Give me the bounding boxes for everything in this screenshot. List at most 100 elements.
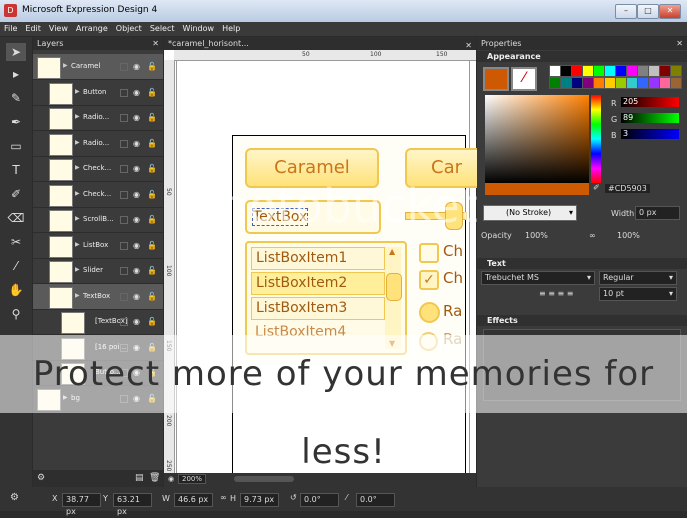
lock-icon[interactable]: 🔓 [147,266,157,275]
layer-row[interactable]: ▶ Radio... ◉ 🔓 [33,131,163,157]
eye-icon[interactable]: ◉ [133,241,140,250]
settings-icon[interactable]: ⚙ [10,492,19,503]
menu-arrange[interactable]: Arrange [72,22,112,36]
gradient-tool-icon[interactable]: ⁄ [6,257,26,275]
layer-color-square[interactable] [120,318,128,326]
eye-icon[interactable]: ◉ [133,139,140,148]
eye-icon[interactable]: ◉ [133,164,140,173]
pen-tool-icon[interactable]: ✒ [6,113,26,131]
radio-selected[interactable] [419,302,440,323]
hue-slider[interactable] [591,95,601,183]
hex-value[interactable]: #CD5903 [605,184,650,193]
w-input[interactable]: 46.6 px [174,493,213,507]
document-tab[interactable]: *caramel_horisont... ✕ [164,37,476,50]
text-section[interactable]: Text [477,258,687,269]
skew-input[interactable]: 0.0° [356,493,395,507]
text-tool-icon[interactable]: T [6,161,26,179]
eye-icon[interactable]: ◉ [133,292,140,301]
lock-icon[interactable]: 🔓 [147,292,157,301]
new-layer-icon[interactable]: ▤ [135,473,144,483]
opacity-value-2[interactable]: 100% [617,231,640,240]
scroll-thumb[interactable] [386,273,402,301]
color-picker-field[interactable] [485,95,589,183]
horizontal-scrollbar[interactable] [234,476,294,482]
layer-name[interactable]: TextBox [83,292,110,300]
eraser-tool-icon[interactable]: ⌫ [6,209,26,227]
layer-name[interactable]: Slider [83,266,103,274]
width-input[interactable]: 0 px [635,206,680,220]
minimize-button[interactable]: – [615,4,637,19]
layer-color-square[interactable] [120,165,128,173]
zoom-select[interactable]: 200% [178,474,207,484]
menu-select[interactable]: Select [146,22,179,36]
list-item[interactable]: ListBoxItem2 [251,272,385,295]
selection-tool-icon[interactable]: ➤ [6,43,26,61]
view-options-icon[interactable]: ◉ [168,475,174,483]
red-slider[interactable]: 205 [621,97,679,107]
layer-color-square[interactable] [120,114,128,122]
eye-icon[interactable]: ◉ [133,88,140,97]
expand-arrow-icon[interactable]: ▶ [75,139,80,146]
checkbox-checked[interactable]: ✓ [419,270,439,290]
list-item[interactable]: ListBoxItem1 [251,247,385,270]
blue-value[interactable]: 3 [621,129,628,138]
expand-arrow-icon[interactable]: ▶ [75,241,80,248]
effects-section[interactable]: Effects [477,315,687,326]
lock-icon[interactable]: 🔓 [147,113,157,122]
link-icon[interactable]: ∞ [220,493,227,502]
direct-select-icon[interactable]: ▸ [6,65,26,83]
expand-arrow-icon[interactable]: ▶ [75,266,80,273]
color-swatch[interactable] [670,77,682,89]
link-icon[interactable]: ∞ [589,231,596,240]
expand-arrow-icon[interactable]: ▶ [75,215,80,222]
layer-row[interactable]: ▶ ListBox ◉ 🔓 [33,233,163,259]
color-swatch[interactable] [670,65,682,77]
expand-arrow-icon[interactable]: ▶ [75,190,80,197]
lock-icon[interactable]: 🔓 [147,62,157,71]
layer-row[interactable]: [TextBox] ◉ 🔓 [33,309,163,335]
align-icons[interactable]: ≡ ≡ ≡ ≡ [539,289,573,298]
red-value[interactable]: 205 [621,97,638,106]
close-button[interactable]: ✕ [659,4,681,19]
maximize-button[interactable]: □ [637,4,659,19]
menu-view[interactable]: View [45,22,72,36]
layer-name[interactable]: Radio... [83,139,109,147]
lock-icon[interactable]: 🔓 [147,241,157,250]
expand-arrow-icon[interactable]: ▶ [75,113,80,120]
green-value[interactable]: 89 [621,113,633,122]
panel-close-icon[interactable]: ✕ [152,37,159,50]
brush-tool-icon[interactable]: ✎ [6,89,26,107]
lock-icon[interactable]: 🔓 [147,88,157,97]
blue-slider[interactable]: 3 [621,129,679,139]
layer-row[interactable]: ▶ Slider ◉ 🔓 [33,258,163,284]
rotation-input[interactable]: 0.0° [300,493,339,507]
scissors-tool-icon[interactable]: ✂ [6,233,26,251]
layer-name[interactable]: Check... [83,164,111,172]
layer-options-icon[interactable]: ⚙ [37,473,45,483]
fill-swatch[interactable] [483,67,509,91]
eyedropper-icon[interactable]: ✐ [593,183,600,192]
layer-row[interactable]: ▶ Caramel ◉ 🔓 [33,54,163,80]
layer-row[interactable]: ▶ TextBox ◉ 🔓 [33,283,163,310]
menu-object[interactable]: Object [112,22,146,36]
list-item[interactable]: ListBoxItem3 [251,297,385,320]
green-slider[interactable]: 89 [621,113,679,123]
lock-icon[interactable]: 🔓 [147,164,157,173]
layer-color-square[interactable] [120,88,128,97]
layer-name[interactable]: Button [83,88,106,96]
layer-color-square[interactable] [120,267,128,275]
lock-icon[interactable]: 🔓 [147,317,157,326]
expand-arrow-icon[interactable]: ▶ [63,62,68,69]
eye-icon[interactable]: ◉ [133,266,140,275]
size-select[interactable]: 10 pt ▾ [599,287,677,301]
layer-color-square[interactable] [120,292,128,301]
eye-icon[interactable]: ◉ [133,113,140,122]
eyedropper-tool-icon[interactable]: ✐ [6,185,26,203]
checkbox-unchecked[interactable] [419,243,439,263]
layer-row[interactable]: ▶ Radio... ◉ 🔓 [33,105,163,131]
menu-window[interactable]: Window [179,22,219,36]
menu-edit[interactable]: Edit [21,22,45,36]
scroll-up-icon[interactable]: ▲ [389,247,395,256]
layer-name[interactable]: Caramel [71,62,100,70]
font-select[interactable]: Trebuchet MS ▾ [481,271,595,285]
